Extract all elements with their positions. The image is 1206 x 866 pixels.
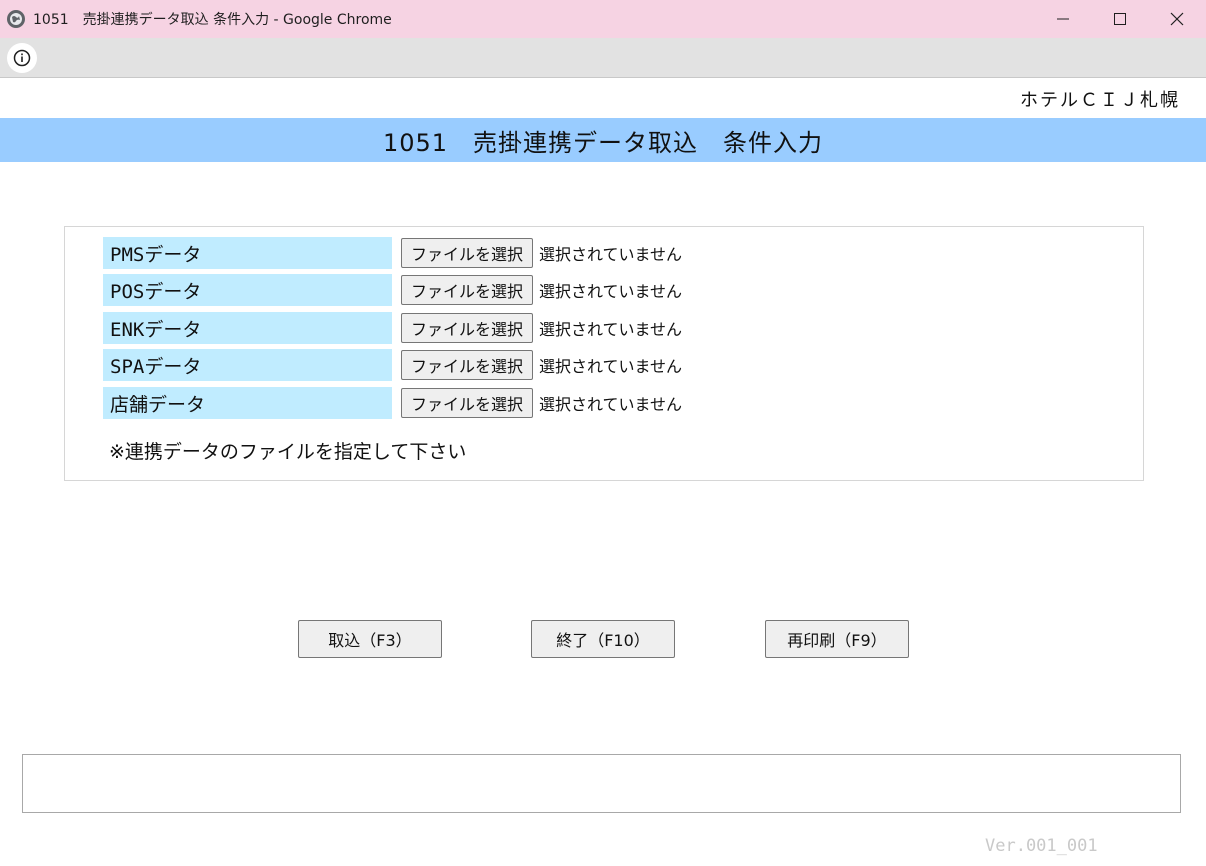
file-row-label: PMSデータ [103,237,392,269]
file-status: 選択されていません [539,320,683,339]
file-row-enk: ENKデータ ファイルを選択 選択されていません [103,312,682,344]
reprint-button[interactable]: 再印刷（F9） [765,620,909,658]
file-row-spa: SPAデータ ファイルを選択 選択されていません [103,349,682,381]
site-info-button[interactable] [7,43,37,73]
file-status: 選択されていません [539,282,683,301]
version-label: Ver.001_001 [985,836,1098,856]
file-row-pms: PMSデータ ファイルを選択 選択されていません [103,237,682,269]
maximize-icon [1114,13,1126,25]
import-button[interactable]: 取込（F3） [298,620,442,658]
info-icon [13,49,31,67]
window-titlebar: 1051 売掛連携データ取込 条件入力 - Google Chrome [0,0,1206,38]
file-row-store: 店舗データ ファイルを選択 選択されていません [103,387,682,419]
file-row-label: POSデータ [103,274,392,306]
file-status: 選択されていません [539,245,683,264]
file-row-pos: POSデータ ファイルを選択 選択されていません [103,274,682,306]
instruction-note: ※連携データのファイルを指定して下さい [109,441,467,463]
choose-file-button-pos[interactable]: ファイルを選択 [401,275,534,305]
globe-icon [7,10,25,28]
address-bar [0,38,1206,78]
file-row-label: SPAデータ [103,349,392,381]
exit-button[interactable]: 終了（F10） [531,620,675,658]
hotel-name: ホテルＣＩＪ札幌 [1020,90,1180,111]
minimize-icon [1057,18,1069,20]
window-title: 1051 売掛連携データ取込 条件入力 - Google Chrome [33,12,392,28]
minimize-button[interactable] [1034,0,1092,38]
message-box [22,754,1181,813]
page-title: 1051 売掛連携データ取込 条件入力 [382,128,824,157]
file-row-label: ENKデータ [103,312,392,344]
file-status: 選択されていません [539,395,683,414]
close-icon [1170,12,1184,26]
file-selection-panel: PMSデータ ファイルを選択 選択されていません POSデータ ファイルを選択 … [64,226,1144,481]
choose-file-button-pms[interactable]: ファイルを選択 [401,238,534,268]
choose-file-button-store[interactable]: ファイルを選択 [401,388,534,418]
maximize-button[interactable] [1091,0,1149,38]
header-band: 1051 売掛連携データ取込 条件入力 [0,118,1206,162]
choose-file-button-spa[interactable]: ファイルを選択 [401,350,534,380]
file-row-label: 店舗データ [103,387,392,419]
close-button[interactable] [1148,0,1206,38]
choose-file-button-enk[interactable]: ファイルを選択 [401,313,534,343]
file-status: 選択されていません [539,357,683,376]
